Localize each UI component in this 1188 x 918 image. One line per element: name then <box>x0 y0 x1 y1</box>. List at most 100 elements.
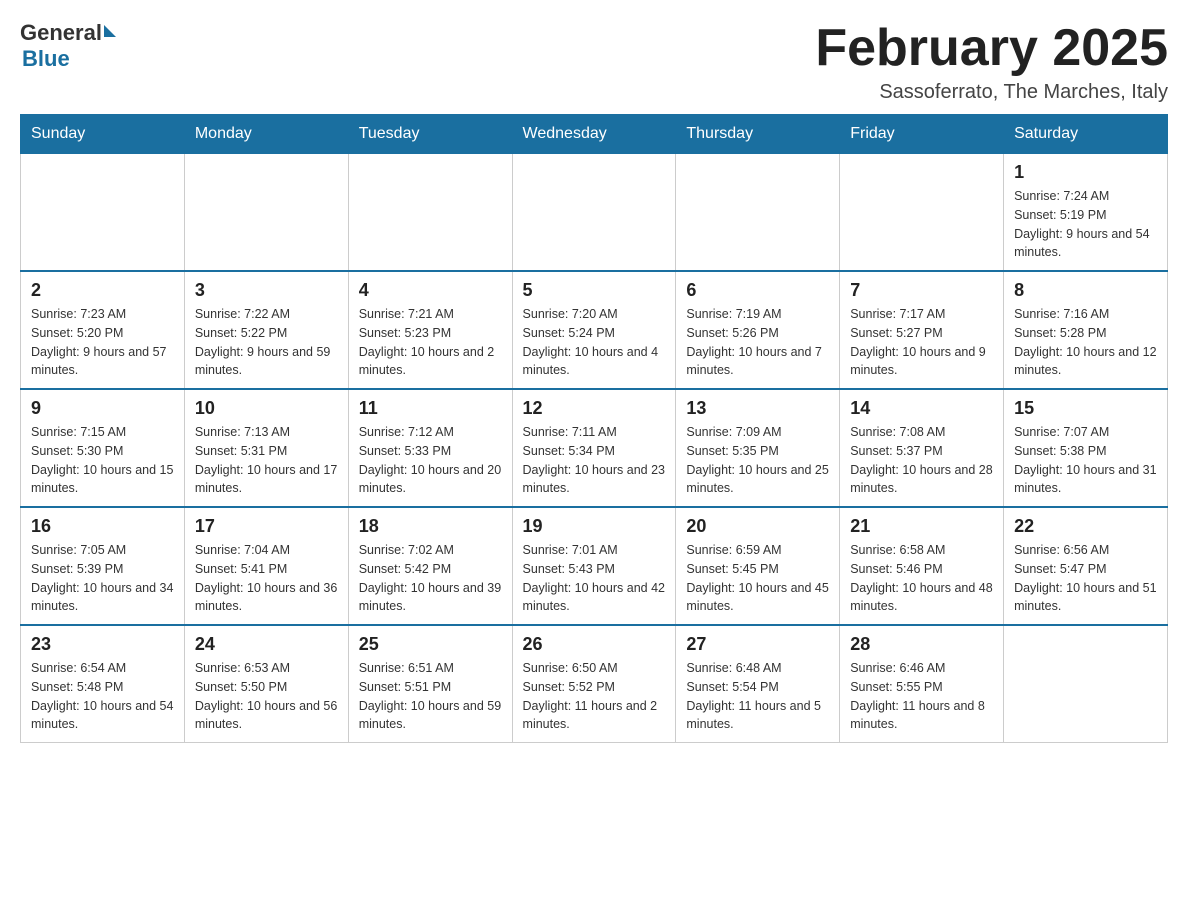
calendar-day-cell: 14 Sunrise: 7:08 AMSunset: 5:37 PMDayligh… <box>840 389 1004 507</box>
day-of-week-header: Wednesday <box>512 115 676 154</box>
day-of-week-header: Friday <box>840 115 1004 154</box>
calendar-day-cell: 10 Sunrise: 7:13 AMSunset: 5:31 PMDayligh… <box>184 389 348 507</box>
day-number: 7 <box>850 280 993 301</box>
day-number: 18 <box>359 516 502 537</box>
calendar-day-cell <box>21 154 185 272</box>
day-info: Sunrise: 6:56 AMSunset: 5:47 PMDaylight:… <box>1014 541 1157 616</box>
calendar-day-cell: 15 Sunrise: 7:07 AMSunset: 5:38 PMDayligh… <box>1004 389 1168 507</box>
calendar-day-cell: 13 Sunrise: 7:09 AMSunset: 5:35 PMDayligh… <box>676 389 840 507</box>
calendar-day-cell: 25 Sunrise: 6:51 AMSunset: 5:51 PMDayligh… <box>348 625 512 743</box>
calendar-day-cell: 4 Sunrise: 7:21 AMSunset: 5:23 PMDaylight… <box>348 271 512 389</box>
day-number: 14 <box>850 398 993 419</box>
day-number: 26 <box>523 634 666 655</box>
day-number: 25 <box>359 634 502 655</box>
day-info: Sunrise: 7:21 AMSunset: 5:23 PMDaylight:… <box>359 305 502 380</box>
day-info: Sunrise: 6:54 AMSunset: 5:48 PMDaylight:… <box>31 659 174 734</box>
day-info: Sunrise: 6:48 AMSunset: 5:54 PMDaylight:… <box>686 659 829 734</box>
day-info: Sunrise: 7:08 AMSunset: 5:37 PMDaylight:… <box>850 423 993 498</box>
day-info: Sunrise: 7:16 AMSunset: 5:28 PMDaylight:… <box>1014 305 1157 380</box>
calendar-day-cell: 6 Sunrise: 7:19 AMSunset: 5:26 PMDaylight… <box>676 271 840 389</box>
day-info: Sunrise: 7:04 AMSunset: 5:41 PMDaylight:… <box>195 541 338 616</box>
calendar-day-cell: 24 Sunrise: 6:53 AMSunset: 5:50 PMDayligh… <box>184 625 348 743</box>
calendar-header-row: SundayMondayTuesdayWednesdayThursdayFrid… <box>21 115 1168 154</box>
day-info: Sunrise: 7:13 AMSunset: 5:31 PMDaylight:… <box>195 423 338 498</box>
day-info: Sunrise: 7:17 AMSunset: 5:27 PMDaylight:… <box>850 305 993 380</box>
calendar-subtitle: Sassoferrato, The Marches, Italy <box>815 81 1168 104</box>
day-info: Sunrise: 6:46 AMSunset: 5:55 PMDaylight:… <box>850 659 993 734</box>
day-number: 8 <box>1014 280 1157 301</box>
logo-blue-text: Blue <box>22 46 70 72</box>
day-info: Sunrise: 7:02 AMSunset: 5:42 PMDaylight:… <box>359 541 502 616</box>
day-info: Sunrise: 6:59 AMSunset: 5:45 PMDaylight:… <box>686 541 829 616</box>
day-number: 13 <box>686 398 829 419</box>
day-info: Sunrise: 7:05 AMSunset: 5:39 PMDaylight:… <box>31 541 174 616</box>
day-number: 10 <box>195 398 338 419</box>
day-info: Sunrise: 6:51 AMSunset: 5:51 PMDaylight:… <box>359 659 502 734</box>
calendar-day-cell: 17 Sunrise: 7:04 AMSunset: 5:41 PMDayligh… <box>184 507 348 625</box>
day-number: 5 <box>523 280 666 301</box>
calendar-day-cell: 19 Sunrise: 7:01 AMSunset: 5:43 PMDayligh… <box>512 507 676 625</box>
day-info: Sunrise: 6:58 AMSunset: 5:46 PMDaylight:… <box>850 541 993 616</box>
day-number: 19 <box>523 516 666 537</box>
day-info: Sunrise: 7:12 AMSunset: 5:33 PMDaylight:… <box>359 423 502 498</box>
day-number: 21 <box>850 516 993 537</box>
day-number: 24 <box>195 634 338 655</box>
calendar-day-cell <box>184 154 348 272</box>
calendar-day-cell <box>348 154 512 272</box>
day-number: 4 <box>359 280 502 301</box>
day-number: 17 <box>195 516 338 537</box>
day-of-week-header: Saturday <box>1004 115 1168 154</box>
calendar-table: SundayMondayTuesdayWednesdayThursdayFrid… <box>20 114 1168 743</box>
day-of-week-header: Sunday <box>21 115 185 154</box>
calendar-day-cell: 21 Sunrise: 6:58 AMSunset: 5:46 PMDayligh… <box>840 507 1004 625</box>
calendar-day-cell: 20 Sunrise: 6:59 AMSunset: 5:45 PMDayligh… <box>676 507 840 625</box>
day-number: 6 <box>686 280 829 301</box>
day-of-week-header: Thursday <box>676 115 840 154</box>
calendar-day-cell: 3 Sunrise: 7:22 AMSunset: 5:22 PMDaylight… <box>184 271 348 389</box>
day-number: 1 <box>1014 162 1157 183</box>
calendar-day-cell: 12 Sunrise: 7:11 AMSunset: 5:34 PMDayligh… <box>512 389 676 507</box>
calendar-week-row: 16 Sunrise: 7:05 AMSunset: 5:39 PMDayligh… <box>21 507 1168 625</box>
day-of-week-header: Tuesday <box>348 115 512 154</box>
day-of-week-header: Monday <box>184 115 348 154</box>
calendar-week-row: 9Sunrise: 7:15 AMSunset: 5:30 PMDaylight… <box>21 389 1168 507</box>
day-number: 15 <box>1014 398 1157 419</box>
page-header: General Blue February 2025 Sassoferrato,… <box>20 20 1168 104</box>
calendar-title: February 2025 <box>815 20 1168 77</box>
calendar-day-cell <box>840 154 1004 272</box>
calendar-day-cell: 5 Sunrise: 7:20 AMSunset: 5:24 PMDaylight… <box>512 271 676 389</box>
calendar-day-cell: 7 Sunrise: 7:17 AMSunset: 5:27 PMDaylight… <box>840 271 1004 389</box>
title-block: February 2025 Sassoferrato, The Marches,… <box>815 20 1168 104</box>
day-number: 16 <box>31 516 174 537</box>
day-number: 20 <box>686 516 829 537</box>
calendar-day-cell <box>1004 625 1168 743</box>
calendar-day-cell <box>512 154 676 272</box>
calendar-day-cell: 16 Sunrise: 7:05 AMSunset: 5:39 PMDayligh… <box>21 507 185 625</box>
day-info: Sunrise: 7:22 AMSunset: 5:22 PMDaylight:… <box>195 305 338 380</box>
day-info: Sunrise: 7:07 AMSunset: 5:38 PMDaylight:… <box>1014 423 1157 498</box>
day-info: Sunrise: 6:50 AMSunset: 5:52 PMDaylight:… <box>523 659 666 734</box>
calendar-week-row: 2 Sunrise: 7:23 AMSunset: 5:20 PMDaylight… <box>21 271 1168 389</box>
calendar-week-row: 23Sunrise: 6:54 AMSunset: 5:48 PMDayligh… <box>21 625 1168 743</box>
day-number: 3 <box>195 280 338 301</box>
day-info: Sunrise: 7:23 AMSunset: 5:20 PMDaylight:… <box>31 305 174 380</box>
calendar-day-cell: 28Sunrise: 6:46 AMSunset: 5:55 PMDayligh… <box>840 625 1004 743</box>
day-number: 12 <box>523 398 666 419</box>
day-info: Sunrise: 7:24 AMSunset: 5:19 PMDaylight:… <box>1014 187 1157 262</box>
day-number: 27 <box>686 634 829 655</box>
day-number: 2 <box>31 280 174 301</box>
calendar-week-row: 1 Sunrise: 7:24 AMSunset: 5:19 PMDaylight… <box>21 154 1168 272</box>
day-info: Sunrise: 7:09 AMSunset: 5:35 PMDaylight:… <box>686 423 829 498</box>
day-info: Sunrise: 7:01 AMSunset: 5:43 PMDaylight:… <box>523 541 666 616</box>
day-info: Sunrise: 7:20 AMSunset: 5:24 PMDaylight:… <box>523 305 666 380</box>
calendar-day-cell: 9Sunrise: 7:15 AMSunset: 5:30 PMDaylight… <box>21 389 185 507</box>
logo: General Blue <box>20 20 116 72</box>
calendar-day-cell: 22Sunrise: 6:56 AMSunset: 5:47 PMDayligh… <box>1004 507 1168 625</box>
day-info: Sunrise: 7:11 AMSunset: 5:34 PMDaylight:… <box>523 423 666 498</box>
calendar-day-cell <box>676 154 840 272</box>
calendar-day-cell: 1 Sunrise: 7:24 AMSunset: 5:19 PMDaylight… <box>1004 154 1168 272</box>
day-info: Sunrise: 6:53 AMSunset: 5:50 PMDaylight:… <box>195 659 338 734</box>
logo-triangle-icon <box>104 25 116 37</box>
day-info: Sunrise: 7:19 AMSunset: 5:26 PMDaylight:… <box>686 305 829 380</box>
calendar-day-cell: 11Sunrise: 7:12 AMSunset: 5:33 PMDayligh… <box>348 389 512 507</box>
